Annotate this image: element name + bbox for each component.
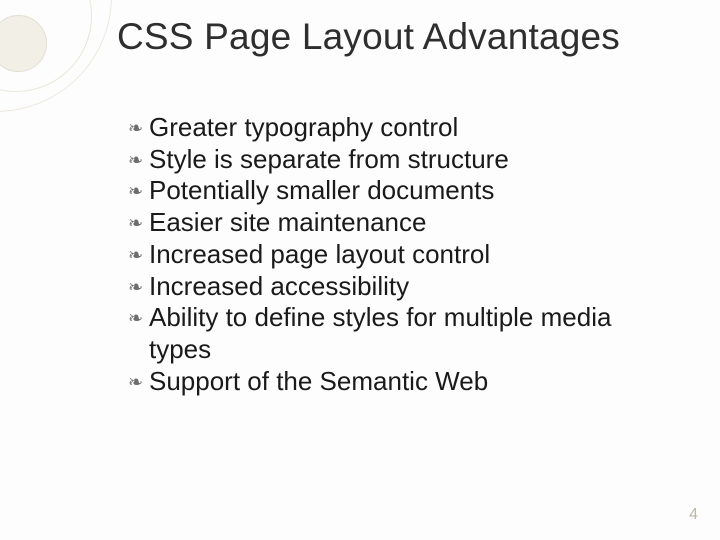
bullet-item: Increased accessibility [128,271,650,303]
bullet-list: Greater typography control Style is sepa… [128,112,650,397]
slide-title: CSS Page Layout Advantages [117,16,712,58]
bullet-item: Increased page layout control [128,239,650,271]
bullet-item: Style is separate from structure [128,144,650,176]
bullet-item: Greater typography control [128,112,650,144]
bullet-item: Support of the Semantic Web [128,366,650,398]
slide: CSS Page Layout Advantages Greater typog… [0,0,720,540]
bullet-item: Potentially smaller documents [128,175,650,207]
page-number: 4 [689,506,698,524]
bullet-item: Ability to define styles for multiple me… [128,302,650,365]
bullet-item: Easier site maintenance [128,207,650,239]
